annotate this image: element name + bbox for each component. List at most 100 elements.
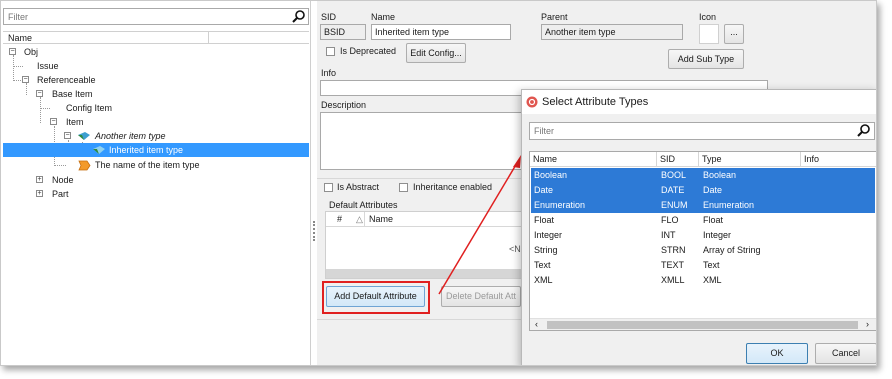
search-icon[interactable] [856,123,872,139]
edit-config-button[interactable]: Edit Config... [406,43,466,63]
attr-col-hash[interactable]: # [337,214,342,224]
dialog-filter-input[interactable]: Filter [529,122,875,140]
tree-item-issue[interactable]: Issue [3,59,303,73]
tree-filter-placeholder: Filter [8,11,28,22]
cell-sid: STRN [661,245,686,255]
cell-type: Date [703,185,723,195]
tree-item-label: The name of the item type [95,160,200,170]
attribute-type-row[interactable]: Text TEXT Text [531,258,875,273]
tree-item-label: Obj [24,47,39,57]
attribute-type-row[interactable]: XML XMLL XML [531,273,875,288]
cell-sid: BOOL [661,170,687,180]
scrollbar-thumb[interactable] [547,321,858,329]
column-divider[interactable] [208,32,209,44]
tree-item-inherited-item-type[interactable]: Inherited item type [3,143,309,157]
attr-col-sort[interactable]: △ [356,214,363,225]
collapse-icon[interactable]: − [22,76,29,83]
cell-type: Enumeration [703,200,755,210]
tree-item-node[interactable]: + Node [3,173,303,187]
col-name[interactable]: Name [530,152,657,166]
type-tree-panel: Filter Name − Obj Issue − Referenceable … [1,1,311,365]
inheritance-enabled-checkbox[interactable] [399,183,408,192]
item-type-icon [93,146,105,154]
is-abstract-label: Is Abstract [337,182,380,192]
cancel-button[interactable]: Cancel [815,343,876,364]
tree-item-label: Node [52,175,74,185]
dialog-filter-placeholder: Filter [534,126,554,136]
attribute-type-row[interactable]: Boolean BOOL Boolean [531,168,875,183]
item-type-icon [78,132,90,140]
attribute-type-row[interactable]: String STRN Array of String [531,243,875,258]
panel-divider [317,319,527,320]
search-icon[interactable] [291,9,307,25]
app-window: Filter Name − Obj Issue − Referenceable … [0,0,877,366]
description-label: Description [321,100,367,110]
tree-item-label: Referenceable [37,75,96,85]
collapse-icon[interactable]: − [50,118,57,125]
cell-name: Enumeration [534,200,586,210]
cell-name: Float [534,215,555,225]
tree-item-label: Another item type [95,131,166,141]
tree-column-name: Name [8,33,33,43]
collapse-icon[interactable]: − [9,48,16,55]
icon-browse-button[interactable]: ... [724,24,744,44]
collapse-icon[interactable]: − [64,132,71,139]
tree-item-part[interactable]: + Part [3,187,303,201]
tree-item-label: Inherited item type [109,145,184,155]
cell-sid: XMLL [661,275,685,285]
app-icon [526,96,538,108]
splitter-handle[interactable] [313,221,316,241]
is-deprecated-label: Is Deprecated [340,46,397,56]
tree-item-another-item-type[interactable]: − Another item type [3,129,303,143]
col-type[interactable]: Type [699,152,801,166]
attribute-type-row[interactable]: Integer INT Integer [531,228,875,243]
is-abstract-checkbox[interactable] [324,183,333,192]
cell-name: Boolean [534,170,568,180]
tree-item-name-of-item-type[interactable]: The name of the item type [3,158,303,172]
tree-item-config-item[interactable]: Config Item [3,101,303,115]
tree-column-header[interactable]: Name [3,31,309,44]
collapse-icon[interactable]: − [36,90,43,97]
ok-button[interactable]: OK [746,343,808,364]
scroll-left-icon[interactable]: ‹ [535,319,538,329]
dialog-title: Select Attribute Types [542,96,649,108]
tree-item-label: Base Item [52,89,93,99]
tree-item-obj[interactable]: − Obj [3,45,303,59]
add-sub-type-button[interactable]: Add Sub Type [668,49,744,69]
cell-sid: TEXT [661,260,685,270]
attribute-type-row[interactable]: Float FLO Float [531,213,875,228]
cell-type: Text [703,260,720,270]
scroll-right-icon[interactable]: › [866,319,869,329]
grid-header: Name SID Type Info [530,152,876,167]
column-divider[interactable] [364,212,365,226]
add-default-attribute-button[interactable]: Add Default Attribute [326,286,425,307]
cell-name: XML [534,275,553,285]
tree-item-base-item[interactable]: − Base Item [3,87,303,101]
select-attribute-types-dialog: Select Attribute Types Filter Name SID T… [521,89,876,365]
attribute-type-row[interactable]: Date DATE Date [531,183,875,198]
attr-col-name[interactable]: Name [369,214,393,224]
col-info[interactable]: Info [801,152,876,166]
tree-item-label: Config Item [66,103,113,113]
cell-name: String [534,245,558,255]
expand-icon[interactable]: + [36,176,43,183]
cell-type: Array of String [703,245,761,255]
icon-preview[interactable] [699,24,719,44]
callout-arrow [438,155,521,295]
dialog-grid-hscrollbar[interactable]: ‹ › [530,318,876,330]
col-sid[interactable]: SID [657,152,699,166]
cell-name: Integer [534,230,563,240]
is-deprecated-checkbox[interactable] [326,47,335,56]
cell-type: Integer [703,230,732,240]
dialog-titlebar[interactable]: Select Attribute Types [522,90,876,114]
tree-item-item[interactable]: − Item [3,115,303,129]
parent-field[interactable]: Another item type [541,24,683,40]
name-field[interactable]: Inherited item type [371,24,511,40]
tree-filter-input[interactable]: Filter [3,8,309,25]
expand-icon[interactable]: + [36,190,43,197]
parent-label: Parent [541,12,568,22]
attribute-type-row[interactable]: Enumeration ENUM Enumeration [531,198,875,213]
sid-field[interactable]: BSID [320,24,366,40]
tree-item-referenceable[interactable]: − Referenceable [3,73,303,87]
cell-type: Float [703,215,724,225]
